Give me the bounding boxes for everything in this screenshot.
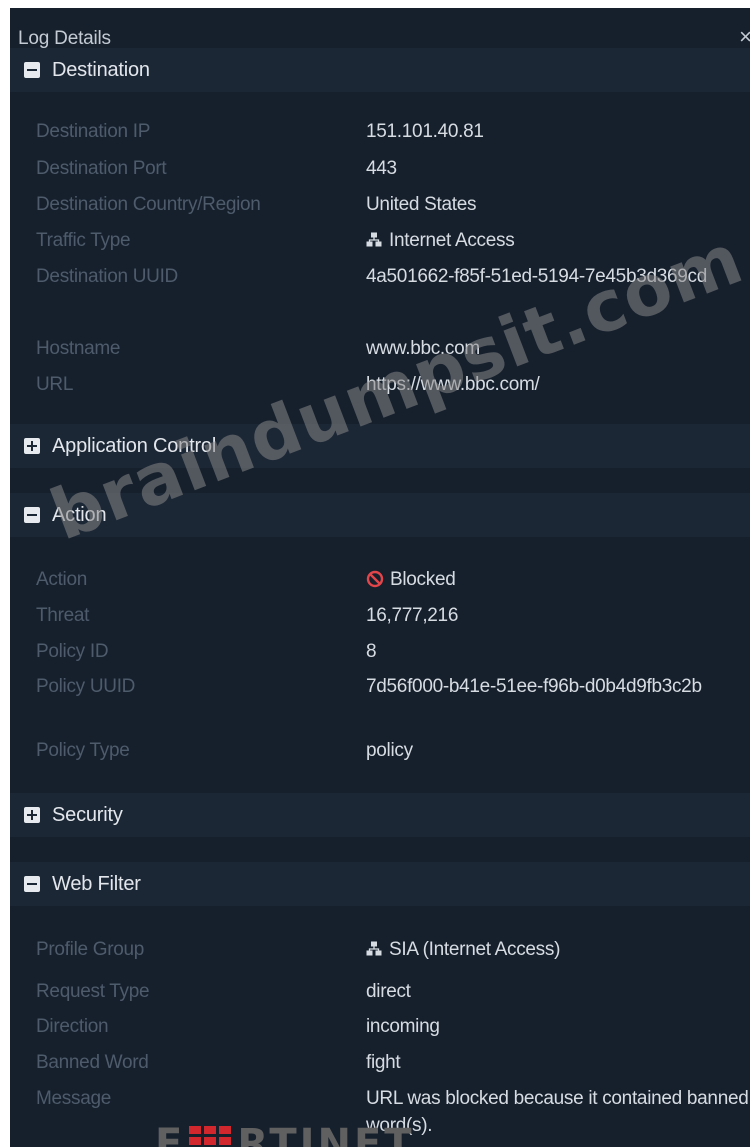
field-value: 443 [366,158,397,179]
field-value: www.bbc.com [366,338,480,359]
field-value: https://www.bbc.com/ [366,374,540,395]
section-web-filter-header[interactable]: Web Filter [10,862,750,906]
section-title-application-control: Application Control [52,434,217,457]
field-label: Destination UUID [36,266,178,287]
field-value: SIA (Internet Access) [366,936,746,963]
field-label: Profile Group [36,939,145,960]
section-title-action: Action [52,503,107,526]
log-details-panel: Log Details × Destination Destination IP… [10,8,750,1147]
field-value: 8 [366,641,377,662]
close-button[interactable]: × [739,24,750,50]
section-security-header[interactable]: Security [10,793,750,837]
collapse-icon[interactable] [24,507,40,523]
field-value: incoming [366,1016,440,1037]
field-label: Hostname [36,338,121,359]
field-value: 4a501662-f85f-51ed-5194-7e45b3d369cd [366,266,708,287]
blocked-icon [366,570,384,588]
section-title-security: Security [52,803,123,826]
network-icon [366,941,382,956]
collapse-icon[interactable] [24,876,40,892]
field-value: policy [366,740,413,761]
field-value: 16,777,216 [366,605,459,626]
field-label: Threat [36,605,90,626]
field-value: Blocked [366,566,746,593]
field-value: direct [366,981,411,1002]
panel-title: Log Details [18,28,111,49]
field-label: Direction [36,1016,109,1037]
section-action-header[interactable]: Action [10,493,750,537]
logo-letters: RTINET [237,1121,415,1147]
section-title-web-filter: Web Filter [52,872,141,895]
field-label: Action [36,569,88,590]
profile-group-value: SIA (Internet Access) [389,939,561,960]
logo-letter-f: F [155,1121,186,1147]
field-label: Policy UUID [36,676,136,697]
field-label: Policy Type [36,740,130,761]
field-value: United States [366,194,477,215]
field-label: URL [36,374,74,395]
network-icon [366,232,382,247]
expand-icon[interactable] [24,807,40,823]
section-title-destination: Destination [52,58,150,81]
field-value: URL was blocked because it contained ban… [366,1088,749,1136]
field-label: Destination Port [36,158,167,179]
field-label: Destination Country/Region [36,194,261,215]
field-value: Internet Access [366,227,746,254]
traffic-type-value: Internet Access [389,230,515,251]
section-application-control-header[interactable]: Application Control [10,424,750,468]
field-label: Message [36,1088,111,1109]
field-value: 7d56f000-b41e-51ee-f96b-d0b4d9fb3c2b [366,676,702,697]
collapse-icon[interactable] [24,62,40,78]
field-label: Traffic Type [36,230,131,251]
logo-grid-icon [189,1126,232,1145]
expand-icon[interactable] [24,438,40,454]
section-destination-header[interactable]: Destination [10,48,750,92]
field-label: Banned Word [36,1052,149,1073]
action-value: Blocked [390,569,456,590]
field-value: 151.101.40.81 [366,121,484,142]
field-value: fight [366,1052,401,1073]
field-label: Policy ID [36,641,109,662]
field-label: Destination IP [36,121,151,142]
field-label: Request Type [36,981,150,1002]
fortinet-logo: F RTINET [155,1118,415,1147]
